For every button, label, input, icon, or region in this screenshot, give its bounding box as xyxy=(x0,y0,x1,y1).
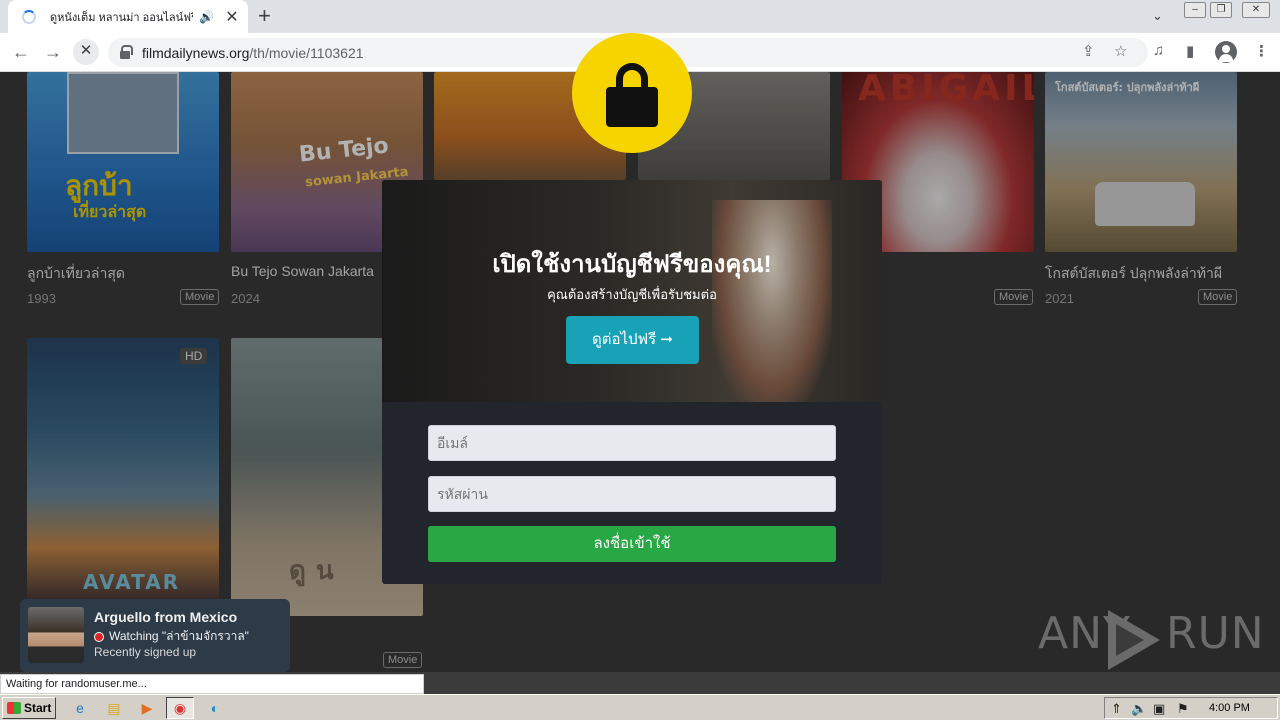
email-field[interactable] xyxy=(428,425,836,461)
clock[interactable]: 4:00 PM xyxy=(1209,702,1250,714)
signup-notification: Arguello from Mexico Watching "ล่าข้ามจั… xyxy=(20,599,290,672)
restore-button[interactable]: ❐ xyxy=(1210,2,1232,18)
new-tab-button[interactable]: + xyxy=(258,4,271,28)
edge-icon[interactable]: ◐ xyxy=(205,698,225,718)
start-label: Start xyxy=(24,701,52,715)
notification-watching: Watching "ล่าข้ามจักรวาล" xyxy=(94,627,249,646)
menu-kebab-icon[interactable]: ⋮ xyxy=(1254,42,1269,60)
url-path: /th/movie/1103621 xyxy=(249,44,364,61)
close-window-button[interactable]: ✕ xyxy=(1242,2,1270,18)
back-button[interactable]: ← xyxy=(8,41,34,65)
share-icon[interactable]: ⇪ xyxy=(1082,42,1095,60)
system-tray: ⇑ 🔈 ▣ ⚑ 4:00 PM xyxy=(1104,697,1278,719)
tray-arrow-icon[interactable]: ⇑ xyxy=(1111,701,1122,717)
record-dot-icon xyxy=(94,631,104,642)
signup-modal: เปิดใช้งานบัญชีฟรีของคุณ! คุณต้องสร้างบั… xyxy=(382,180,882,584)
signup-button[interactable]: ลงชื่อเข้าใช้ xyxy=(428,526,836,562)
lock-icon[interactable] xyxy=(120,44,133,59)
forward-button[interactable]: → xyxy=(40,41,66,65)
notification-name: Arguello from Mexico xyxy=(94,609,238,625)
minimize-button[interactable]: – xyxy=(1184,2,1206,18)
network-icon[interactable]: ▣ xyxy=(1153,701,1165,717)
browser-status-bar: Waiting for randomuser.me... xyxy=(0,674,424,694)
speaker-icon[interactable]: 🔊 xyxy=(199,10,214,24)
volume-icon[interactable]: 🔈 xyxy=(1131,701,1147,717)
file-explorer-icon[interactable]: ▤ xyxy=(104,698,124,718)
side-panel-icon[interactable]: ▮ xyxy=(1186,42,1194,60)
media-player-icon[interactable]: ▶ xyxy=(137,698,157,718)
avatar xyxy=(28,607,84,663)
page-content: ลูกบ้า เที่ยวล่าสุด ลูกบ้าเที่ยวล่าสุด 1… xyxy=(0,72,1280,672)
flag-icon[interactable]: ⚑ xyxy=(1177,701,1189,717)
watching-text: Watching "ล่าข้ามจักรวาล" xyxy=(109,629,249,643)
internet-explorer-icon[interactable]: e xyxy=(70,698,90,718)
play-logo-inner xyxy=(1116,624,1144,656)
chrome-taskbar-icon[interactable]: ◉ xyxy=(166,697,194,719)
start-button[interactable]: Start xyxy=(2,697,56,719)
modal-title: เปิดใช้งานบัญชีฟรีของคุณ! xyxy=(492,251,772,278)
bookmark-star-icon[interactable]: ☆ xyxy=(1114,42,1127,60)
url-host: filmdailynews.org xyxy=(142,44,250,61)
continue-free-button[interactable]: ดูต่อไปฟรี ➞ xyxy=(566,316,699,364)
windows-taskbar: Start e ▤ ▶ ◉ ◐ ⇑ 🔈 ▣ ⚑ 4:00 PM xyxy=(0,694,1280,720)
password-field[interactable] xyxy=(428,476,836,512)
media-control-icon[interactable]: ♫ xyxy=(1153,42,1164,59)
active-tab[interactable]: ดูหนังเต็ม หลานม่า ออนไลน์ฟรี 🔊 ✕ xyxy=(8,0,248,33)
close-tab-icon[interactable]: ✕ xyxy=(224,7,240,27)
stop-loading-button[interactable]: ✕ xyxy=(73,39,99,65)
notification-status: Recently signed up xyxy=(94,645,197,659)
tab-title: ดูหนังเต็ม หลานม่า ออนไลน์ฟรี xyxy=(50,11,194,24)
loading-spinner-icon xyxy=(22,9,36,24)
profile-avatar-icon[interactable] xyxy=(1215,41,1237,63)
tab-strip: ดูหนังเต็ม หลานม่า ออนไลน์ฟรี 🔊 ✕ + ⌄ – … xyxy=(0,0,1280,33)
chevron-down-icon[interactable]: ⌄ xyxy=(1152,8,1163,24)
modal-hero: เปิดใช้งานบัญชีฟรีของคุณ! คุณต้องสร้างบั… xyxy=(382,180,882,402)
windows-logo-icon xyxy=(7,702,21,714)
padlock-icon xyxy=(572,33,692,153)
modal-subtitle: คุณต้องสร้างบัญชีเพื่อรับชมต่อ xyxy=(547,287,717,302)
url-text: filmdailynews.org/th/movie/1103621 xyxy=(142,45,364,61)
watermark-right: RUN xyxy=(1166,608,1265,659)
